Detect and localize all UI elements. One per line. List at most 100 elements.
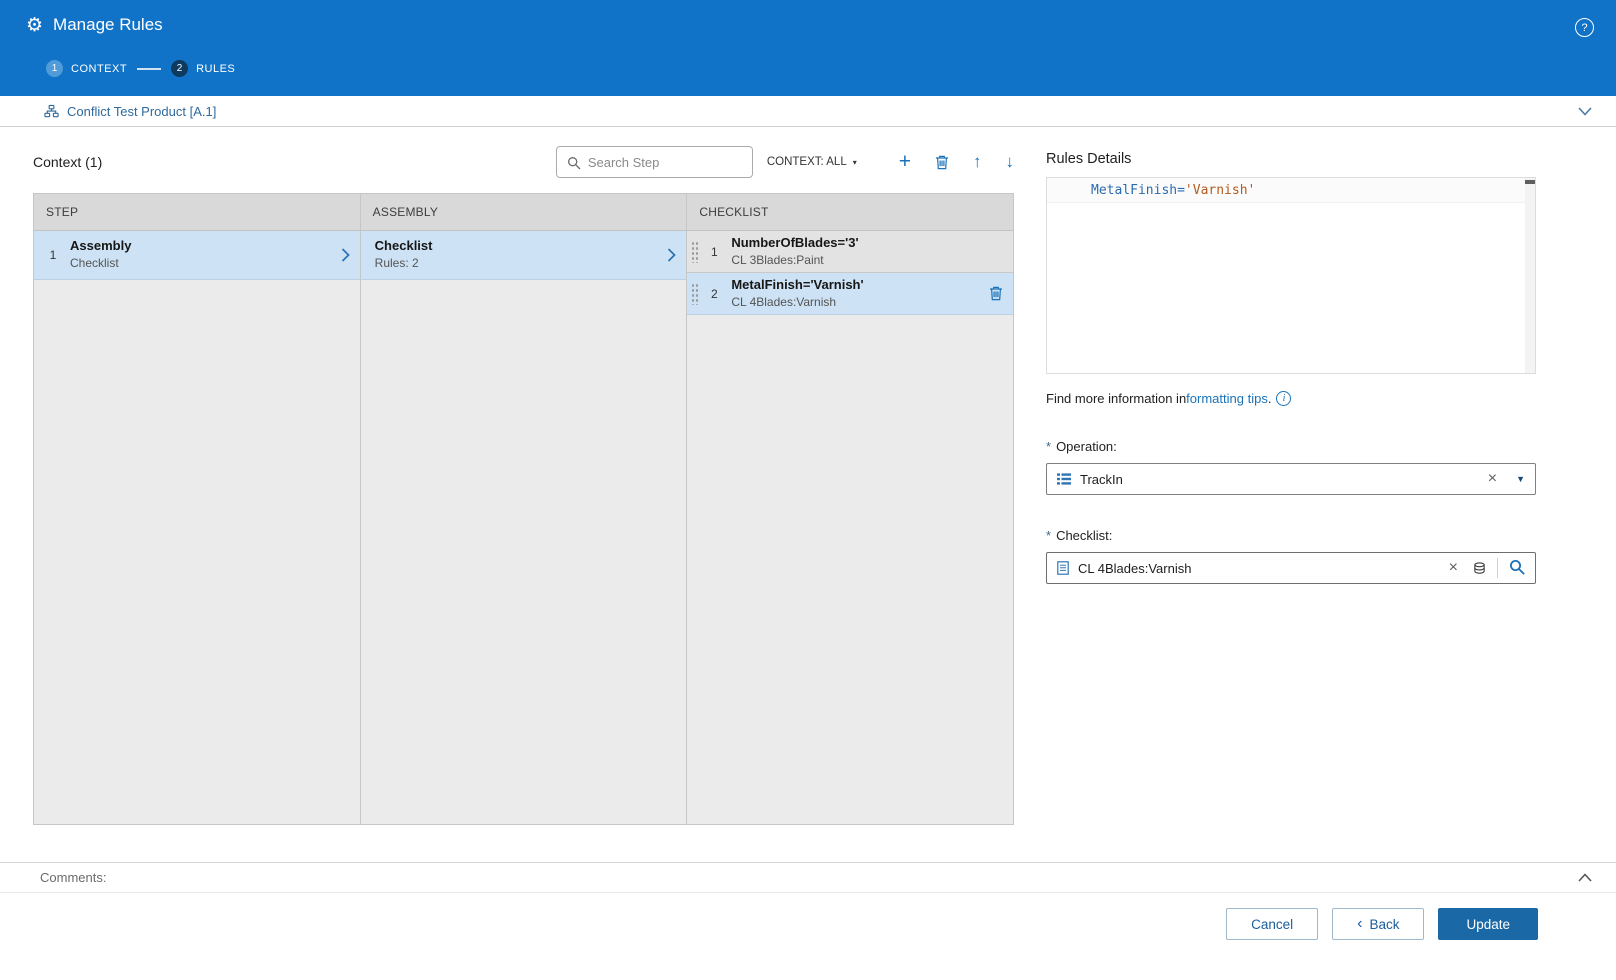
cancel-label: Cancel: [1251, 917, 1293, 932]
context-table: STEP 1 Assembly Checklist ASSEMBLY: [33, 193, 1014, 825]
comments-section-header[interactable]: Comments:: [0, 862, 1616, 893]
divider: [1497, 558, 1498, 578]
checklist-combobox[interactable]: CL 4Blades:Varnish ×: [1046, 552, 1536, 584]
checklist-column: CHECKLIST 1 NumberOfBlades='3' CL 3Blade…: [687, 194, 1013, 824]
search-step-field: [556, 146, 753, 178]
table-row-assembly[interactable]: Checklist Rules: 2: [361, 231, 687, 280]
step-rules-label: RULES: [196, 63, 235, 75]
step-column: STEP 1 Assembly Checklist: [34, 194, 361, 824]
row-subtitle: CL 3Blades:Paint: [731, 253, 858, 269]
step-rules-number: 2: [171, 60, 188, 77]
search-icon: [1509, 559, 1525, 578]
rule-expression-editor[interactable]: MetalFinish='Varnish': [1046, 177, 1536, 374]
context-filter-dropdown[interactable]: CONTEXT: ALL ▾: [767, 156, 857, 168]
context-filter-label: CONTEXT: ALL: [767, 156, 847, 168]
operation-combobox[interactable]: TrackIn × ▼: [1046, 463, 1536, 495]
close-icon: ×: [1449, 560, 1458, 576]
row-number: 2: [705, 287, 723, 301]
search-icon: [567, 156, 581, 170]
breadcrumb[interactable]: Conflict Test Product [A.1]: [67, 104, 216, 119]
checklist-type-icon: [1057, 561, 1069, 575]
value-help-icon[interactable]: [1473, 562, 1486, 575]
code-line: MetalFinish='Varnish': [1047, 178, 1535, 203]
comments-label: Comments:: [40, 870, 106, 885]
operation-label-text: Operation:: [1056, 439, 1117, 454]
page-title: Manage Rules: [53, 15, 163, 35]
wizard-stepper: 1 CONTEXT 2 RULES: [46, 60, 235, 77]
row-subtitle: Rules: 2: [375, 256, 433, 272]
checklist-search-button[interactable]: [1509, 559, 1525, 578]
row-title: NumberOfBlades='3': [731, 235, 858, 252]
dropdown-caret-icon[interactable]: ▼: [1516, 474, 1525, 484]
help-button[interactable]: ?: [1575, 18, 1594, 37]
operation-label: * Operation:: [1046, 439, 1536, 454]
move-down-button[interactable]: ↓: [1006, 152, 1015, 172]
checklist-label: * Checklist:: [1046, 528, 1536, 543]
move-up-button[interactable]: ↑: [973, 152, 982, 172]
context-toolbar: Context (1) CONTEXT: ALL ▾ + ↑ ↓: [33, 139, 1014, 185]
manage-rules-icon: ⚙: [26, 16, 43, 35]
row-number: 1: [44, 248, 62, 262]
editor-scrollbar[interactable]: [1525, 178, 1535, 373]
back-button[interactable]: ‹ Back: [1332, 908, 1424, 940]
operation-value: TrackIn: [1080, 472, 1123, 487]
table-actions: + ↑ ↓: [899, 150, 1014, 174]
column-header-assembly: ASSEMBLY: [361, 194, 687, 231]
row-number: 1: [705, 245, 723, 259]
update-button[interactable]: Update: [1438, 908, 1538, 940]
arrow-down-icon: ↓: [1006, 152, 1015, 172]
chevron-right-icon[interactable]: [667, 248, 676, 262]
checklist-value: CL 4Blades:Varnish: [1078, 561, 1191, 576]
search-step-input[interactable]: [557, 147, 752, 177]
caret-down-icon: ▾: [853, 158, 857, 167]
info-glyph: i: [1283, 394, 1286, 404]
delete-button[interactable]: [935, 155, 949, 170]
table-row-rule-2[interactable]: 2 MetalFinish='Varnish' CL 4Blades:Varni…: [687, 273, 1013, 315]
formatting-hint: Find more information in formatting tips…: [1046, 391, 1536, 406]
chevron-right-icon[interactable]: [341, 248, 350, 262]
column-header-step: STEP: [34, 194, 360, 231]
code-value: 'Varnish': [1185, 183, 1255, 198]
back-label: Back: [1369, 917, 1399, 932]
breadcrumb-bar: Conflict Test Product [A.1]: [0, 96, 1616, 127]
plus-icon: +: [899, 150, 911, 174]
info-text-suffix: .: [1268, 391, 1272, 406]
drag-handle[interactable]: [691, 241, 698, 263]
context-count-title: Context (1): [33, 154, 102, 170]
chevron-up-icon[interactable]: [1578, 873, 1592, 882]
row-subtitle: CL 4Blades:Varnish: [731, 295, 863, 311]
operation-type-icon: [1057, 473, 1071, 485]
footer-actions: Cancel ‹ Back Update: [1226, 908, 1538, 940]
manage-rules-window: ⚙ Manage Rules ? 1 CONTEXT 2 RULES Confl…: [0, 0, 1616, 980]
step-context[interactable]: 1 CONTEXT: [46, 60, 127, 77]
clear-operation-button[interactable]: ×: [1488, 471, 1497, 487]
rules-details-title: Rules Details: [1046, 151, 1536, 167]
step-rules[interactable]: 2 RULES: [171, 60, 235, 77]
info-icon[interactable]: i: [1276, 391, 1291, 406]
help-icon: ?: [1581, 22, 1587, 34]
drag-handle[interactable]: [691, 283, 698, 305]
arrow-up-icon: ↑: [973, 152, 982, 172]
close-icon: ×: [1488, 471, 1497, 487]
row-title: Checklist: [375, 238, 433, 255]
chevron-left-icon: ‹: [1357, 916, 1362, 932]
column-header-checklist: CHECKLIST: [687, 194, 1013, 231]
info-text-prefix: Find more information in: [1046, 391, 1186, 406]
formatting-tips-link[interactable]: formatting tips: [1186, 391, 1268, 406]
add-button[interactable]: +: [899, 150, 911, 174]
step-context-label: CONTEXT: [71, 63, 127, 75]
product-icon: [44, 104, 59, 118]
clear-checklist-button[interactable]: ×: [1449, 560, 1458, 576]
required-asterisk: *: [1046, 528, 1051, 543]
table-row-rule-1[interactable]: 1 NumberOfBlades='3' CL 3Blades:Paint: [687, 231, 1013, 273]
context-section: Context (1) CONTEXT: ALL ▾ + ↑ ↓: [33, 127, 1014, 825]
trash-icon: [935, 155, 949, 170]
table-row-step[interactable]: 1 Assembly Checklist: [34, 231, 360, 280]
checklist-label-text: Checklist:: [1056, 528, 1112, 543]
update-label: Update: [1466, 917, 1510, 932]
step-connector: [137, 68, 161, 70]
cancel-button[interactable]: Cancel: [1226, 908, 1318, 940]
row-delete-button[interactable]: [989, 286, 1003, 301]
chevron-down-icon[interactable]: [1578, 107, 1592, 116]
required-asterisk: *: [1046, 439, 1051, 454]
